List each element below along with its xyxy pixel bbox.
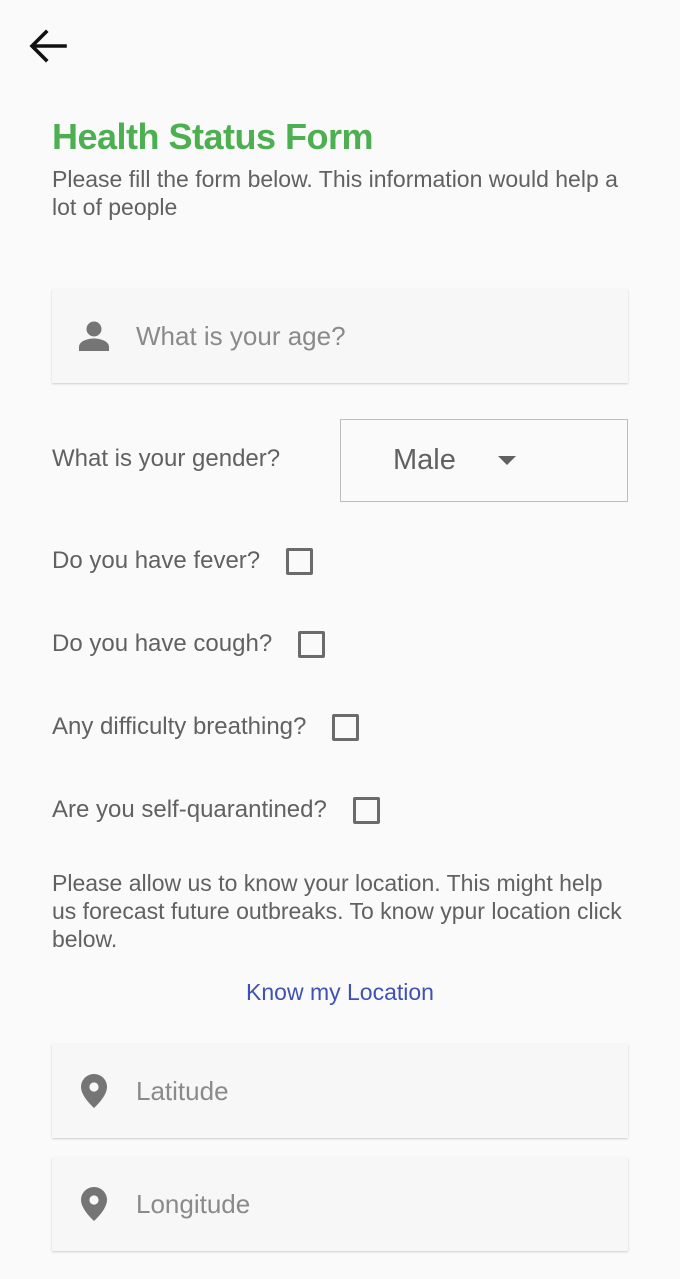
- longitude-input[interactable]: [136, 1188, 628, 1220]
- page-title: Health Status Form: [52, 116, 374, 157]
- person-icon: [52, 321, 136, 351]
- breathing-label: Any difficulty breathing?: [52, 713, 307, 740]
- latitude-input[interactable]: [136, 1075, 628, 1107]
- cough-question: Do you have cough?: [52, 624, 326, 664]
- back-button[interactable]: [24, 24, 72, 68]
- gender-dropdown[interactable]: Male: [340, 419, 628, 502]
- gender-label: What is your gender?: [52, 445, 281, 472]
- cough-checkbox[interactable]: [298, 630, 326, 658]
- know-my-location-link[interactable]: Know my Location: [0, 979, 680, 1006]
- fever-label: Do you have fever?: [52, 547, 261, 574]
- cough-label: Do you have cough?: [52, 630, 273, 657]
- quarantine-label: Are you self-quarantined?: [52, 796, 327, 823]
- age-input[interactable]: [136, 320, 628, 352]
- quarantine-question: Are you self-quarantined?: [52, 790, 380, 830]
- fever-question: Do you have fever?: [52, 541, 314, 581]
- gender-selected-value: Male: [393, 444, 456, 476]
- latitude-field[interactable]: [52, 1044, 628, 1138]
- breathing-checkbox[interactable]: [332, 713, 360, 741]
- arrow-left-icon: [29, 29, 67, 63]
- breathing-question: Any difficulty breathing?: [52, 707, 360, 747]
- location-pin-icon: [52, 1073, 136, 1109]
- quarantine-checkbox[interactable]: [352, 796, 380, 824]
- location-pin-icon: [52, 1186, 136, 1222]
- fever-checkbox[interactable]: [286, 547, 314, 575]
- longitude-field[interactable]: [52, 1157, 628, 1251]
- caret-down-icon: [497, 456, 516, 465]
- location-description: Please allow us to know your location. T…: [52, 870, 622, 952]
- age-field[interactable]: [52, 289, 628, 383]
- page-subtitle: Please fill the form below. This informa…: [52, 166, 618, 220]
- health-status-form-screen: Health Status Form Please fill the form …: [0, 0, 680, 1279]
